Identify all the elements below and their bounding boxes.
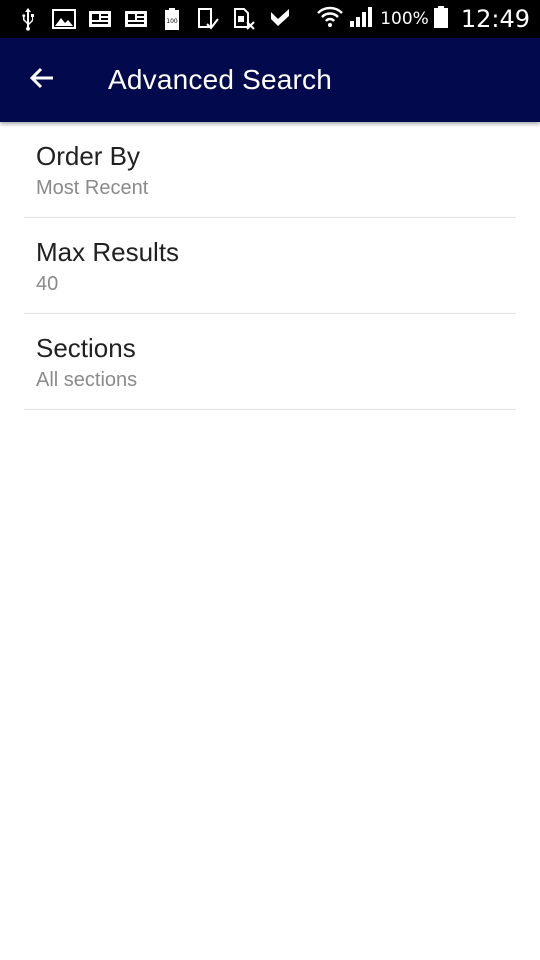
app-bar: Advanced Search <box>0 38 540 122</box>
settings-list: Order By Most Recent Max Results 40 Sect… <box>24 122 516 410</box>
setting-sections[interactable]: Sections All sections <box>24 314 516 410</box>
setting-title: Max Results <box>36 237 180 267</box>
news-icon <box>88 7 112 31</box>
news-icon <box>124 7 148 31</box>
sim-x-icon <box>232 7 256 31</box>
setting-summary: Most Recent <box>36 177 149 199</box>
page-title: Advanced Search <box>108 64 333 95</box>
wifi-icon <box>316 5 344 33</box>
setting-order-by[interactable]: Order By Most Recent <box>24 122 516 218</box>
notification-icons: 100 <box>16 7 292 31</box>
battery-icon <box>433 5 449 33</box>
setting-summary: All sections <box>36 369 138 391</box>
setting-title: Order By <box>36 141 141 171</box>
back-button[interactable] <box>14 52 70 108</box>
image-icon <box>52 7 76 31</box>
phone-check-icon <box>196 7 220 31</box>
arrow-left-icon <box>29 65 55 95</box>
signal-icon <box>348 5 374 33</box>
check-icon <box>268 7 292 31</box>
status-bar: 100 100% 12:49 <box>0 0 540 38</box>
setting-max-results[interactable]: Max Results 40 <box>24 218 516 314</box>
setting-summary: 40 <box>36 273 59 295</box>
svg-text:100: 100 <box>166 18 178 25</box>
usb-icon <box>16 7 40 31</box>
setting-title: Sections <box>36 333 136 363</box>
battery-100-icon: 100 <box>160 7 184 31</box>
clock: 12:49 <box>460 5 530 33</box>
system-status: 100% 12:49 <box>316 5 530 33</box>
battery-percent: 100% <box>380 9 429 29</box>
